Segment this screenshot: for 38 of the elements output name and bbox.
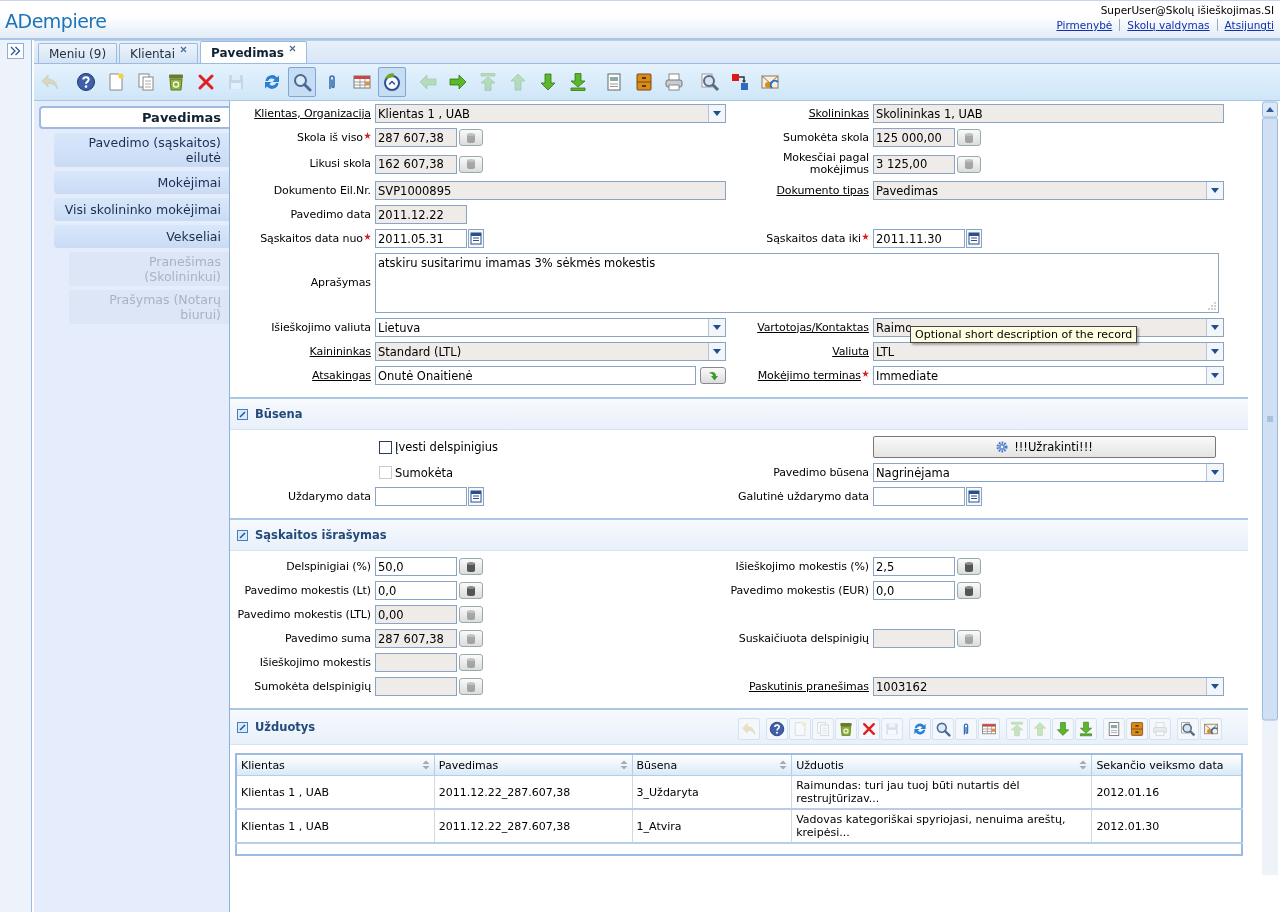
field-label: Sumokėta delspinigių bbox=[254, 680, 371, 693]
table-cell: Klientas 1 , UAB bbox=[236, 775, 435, 809]
checkbox-label: Įvesti delspinigius bbox=[395, 440, 498, 454]
field-label: Sumokėta skola bbox=[783, 131, 869, 144]
tooltip: Optional short description of the record bbox=[910, 326, 1138, 343]
field-label: Išieškojimo valiuta bbox=[271, 321, 371, 334]
field-label: Skola iš viso bbox=[297, 131, 363, 144]
field-label: Delspinigiai (%) bbox=[286, 560, 371, 573]
field-label: Uždarymo data bbox=[288, 490, 371, 503]
table-cell: 3_Uždaryta bbox=[632, 775, 792, 809]
section-title: Sąskaitos išrašymas bbox=[255, 528, 387, 542]
field-label: Pavedimo mokestis (LTL) bbox=[237, 608, 371, 621]
field-label: Pavedimo mokestis (EUR) bbox=[730, 584, 869, 597]
user-name: SuperUser@Skolų išieškojimas.SI bbox=[1100, 4, 1274, 16]
field-label: Pavedimo būsena bbox=[773, 466, 869, 479]
field-label: Sąskaitos data nuo bbox=[260, 232, 363, 245]
section-title: Būsena bbox=[255, 407, 303, 421]
table-cell: 1_Atvira bbox=[632, 809, 792, 843]
table-cell: Raimundas: turi jau tuoj būti nutartis dėl restrujtūrizav... bbox=[791, 775, 1092, 809]
table-cell: Klientas 1 , UAB bbox=[236, 809, 435, 843]
table-cell: 2011.12.22_287.607,38 bbox=[434, 809, 633, 843]
table-cell: 2011.12.22_287.607,38 bbox=[434, 775, 633, 809]
checkbox-label: Sumokėta bbox=[395, 465, 454, 480]
field-label: Pavedimo suma bbox=[285, 632, 371, 645]
app-logo: ADempiere bbox=[5, 10, 107, 32]
table-cell: Vadovas kategoriškai spyriojasi, nenuima areštų, kreipėsi... bbox=[791, 809, 1092, 843]
field-label: Pavedimo data bbox=[290, 208, 371, 221]
field-label: Galutinė uždarymo data bbox=[738, 490, 869, 503]
field-label: Aprašymas bbox=[310, 277, 371, 289]
section-title: Užduotys bbox=[255, 720, 316, 734]
field-label: Sąskaitos data iki bbox=[766, 232, 861, 245]
field-label: Mokesčiai pagal mokėjimus bbox=[781, 152, 869, 176]
field-label: Pavedimo mokestis (Lt) bbox=[244, 584, 371, 597]
field-label: Suskaičiuota delspinigių bbox=[738, 632, 869, 645]
field-label: Išieškojimo mokestis (%) bbox=[735, 560, 869, 573]
field-label: Likusi skola bbox=[309, 158, 371, 170]
field-label: Dokumento Eil.Nr. bbox=[273, 184, 371, 197]
field-label: Išieškojimo mokestis bbox=[259, 656, 371, 669]
